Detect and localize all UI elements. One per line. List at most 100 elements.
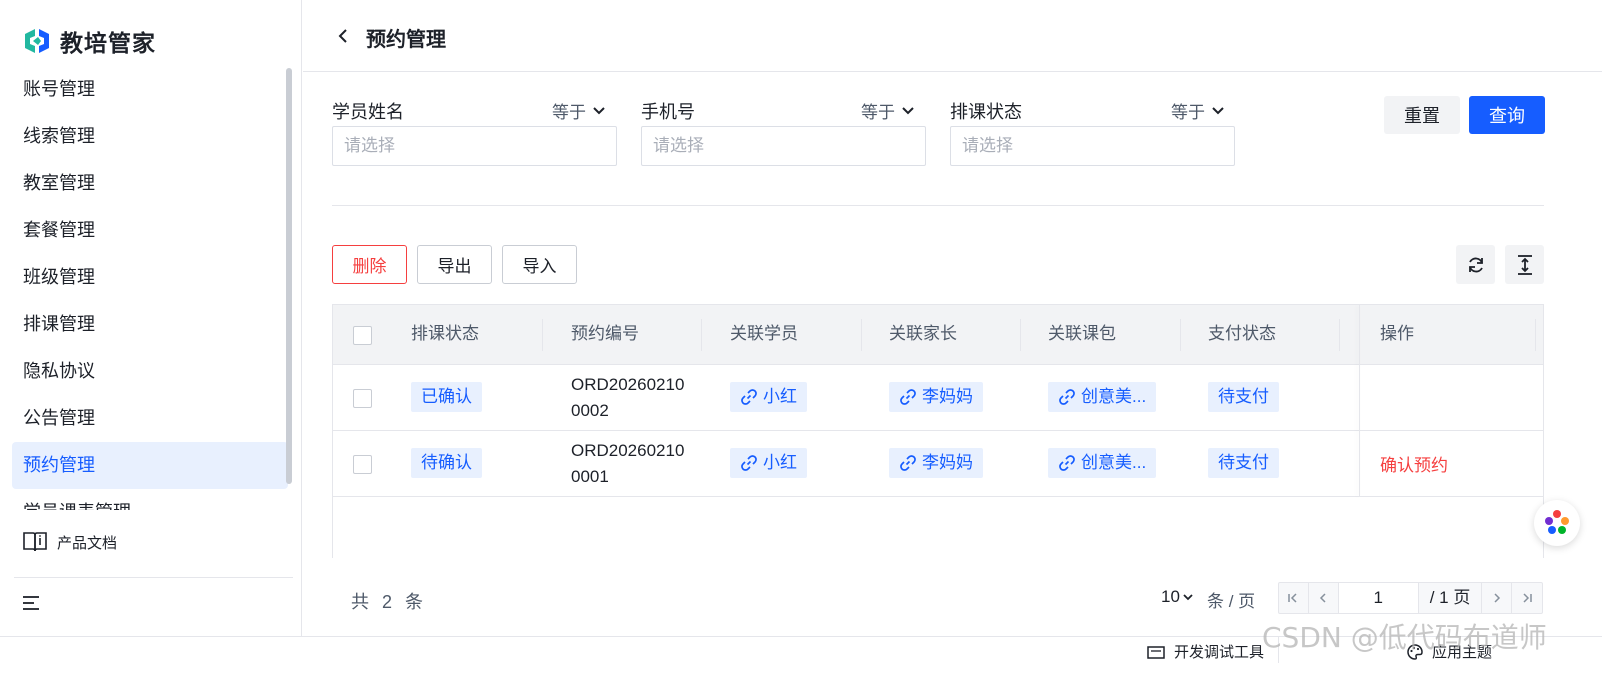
- last-page-icon: [1523, 593, 1532, 603]
- filter-operator-phone[interactable]: 等于: [861, 98, 915, 123]
- chevron-down-icon: [1183, 594, 1193, 601]
- next-page-button[interactable]: [1482, 583, 1513, 613]
- column-header-pay-status[interactable]: 支付状态: [1208, 305, 1276, 365]
- product-docs-link[interactable]: 产品文档: [22, 530, 117, 554]
- table-row[interactable]: 待确认 ORD20260210 0001 小红 李妈妈 创意美... 待支付 确…: [333, 431, 1543, 497]
- book-icon: [23, 532, 47, 552]
- chevron-left-icon: [338, 29, 347, 43]
- chevron-down-icon: [593, 106, 605, 114]
- sidebar-item-leads[interactable]: 线索管理: [12, 113, 288, 160]
- prev-page-button[interactable]: [1309, 583, 1339, 613]
- page-size-value: 10: [1161, 587, 1180, 606]
- sidebar-item-privacy[interactable]: 隐私协议: [12, 348, 288, 395]
- fixed-column-shadow: [1359, 305, 1360, 497]
- chevron-left-icon: [1320, 593, 1326, 603]
- row-checkbox[interactable]: [353, 389, 372, 408]
- refresh-button[interactable]: [1456, 245, 1495, 284]
- first-page-button[interactable]: [1279, 583, 1309, 613]
- pay-status-tag: 待支付: [1208, 382, 1279, 412]
- student-name-input[interactable]: [332, 126, 617, 166]
- table-row[interactable]: 已确认 ORD20260210 0002 小红 李妈妈 创意美... 待支付: [333, 365, 1543, 431]
- dev-tools-button[interactable]: 开发调试工具: [1146, 641, 1264, 662]
- student-name: 小红: [763, 453, 797, 472]
- column-header-schedule-status[interactable]: 排课状态: [411, 305, 479, 365]
- sidebar-item-classrooms[interactable]: 教室管理: [12, 160, 288, 207]
- sidebar-item-reservations[interactable]: 预约管理: [12, 442, 288, 489]
- page-size-unit: 条 / 页: [1207, 592, 1256, 611]
- sidebar-item-classes[interactable]: 班级管理: [12, 254, 288, 301]
- package-link[interactable]: 创意美...: [1048, 448, 1157, 478]
- delete-button[interactable]: 删除: [332, 245, 407, 284]
- row-height-icon: [1517, 254, 1532, 275]
- parent-link[interactable]: 李妈妈: [889, 382, 983, 412]
- menu-collapse-icon[interactable]: [22, 594, 42, 612]
- column-separator[interactable]: [1180, 319, 1181, 351]
- page-size-select[interactable]: 10: [1161, 587, 1194, 607]
- filter-operator-label: 等于: [1171, 103, 1205, 122]
- chevron-right-icon: [1494, 593, 1500, 603]
- column-header-student[interactable]: 关联学员: [730, 305, 798, 365]
- schedule-status-tag: 待确认: [411, 448, 482, 478]
- refresh-icon: [1468, 257, 1483, 272]
- column-separator[interactable]: [1020, 319, 1021, 351]
- filter-operator-student-name[interactable]: 等于: [552, 98, 606, 123]
- last-page-button[interactable]: [1512, 583, 1542, 613]
- pay-status-tag: 待支付: [1208, 448, 1279, 478]
- link-icon: [900, 455, 916, 471]
- sidebar-item-accounts[interactable]: 账号管理: [12, 66, 288, 113]
- package-name: 创意美...: [1081, 387, 1147, 406]
- filter-label-student-name: 学员姓名: [332, 102, 404, 122]
- current-page-input[interactable]: [1338, 583, 1419, 613]
- sidebar-item-packages[interactable]: 套餐管理: [12, 207, 288, 254]
- package-link[interactable]: 创意美...: [1048, 382, 1157, 412]
- column-separator[interactable]: [1339, 319, 1340, 351]
- sidebar-scrollbar[interactable]: [286, 68, 292, 484]
- schedule-status-input[interactable]: [950, 126, 1235, 166]
- chevron-down-icon: [1212, 106, 1224, 114]
- filter-divider: [332, 205, 1544, 206]
- app-logo[interactable]: 教培管家: [22, 24, 156, 58]
- select-all-checkbox[interactable]: [353, 326, 372, 345]
- dev-tools-label: 开发调试工具: [1174, 644, 1265, 661]
- confirm-reservation-link[interactable]: 确认预约: [1380, 451, 1448, 476]
- export-button[interactable]: 导出: [417, 245, 492, 284]
- pagination-controls: / 1 页: [1278, 582, 1543, 614]
- chevron-down-icon: [902, 106, 914, 114]
- sidebar-menu: 账号管理 线索管理 教室管理 套餐管理 班级管理 排课管理 隐私协议 公告管理 …: [12, 66, 288, 510]
- product-docs-label: 产品文档: [57, 534, 118, 552]
- sidebar-item-scheduling[interactable]: 排课管理: [12, 301, 288, 348]
- row-checkbox[interactable]: [353, 455, 372, 474]
- student-link[interactable]: 小红: [730, 448, 807, 478]
- order-no-line-2: 0002: [571, 401, 609, 420]
- column-header-package[interactable]: 关联课包: [1048, 305, 1116, 365]
- query-button[interactable]: 查询: [1469, 96, 1545, 134]
- student-link[interactable]: 小红: [730, 382, 807, 412]
- column-separator[interactable]: [701, 319, 702, 351]
- sidebar: 教培管家 账号管理 线索管理 教室管理 套餐管理 班级管理 排课管理 隐私协议 …: [0, 0, 302, 636]
- column-header-actions: 操作: [1380, 324, 1414, 343]
- column-header-order-no[interactable]: 预约编号: [571, 305, 639, 365]
- column-separator[interactable]: [861, 319, 862, 351]
- import-button[interactable]: 导入: [502, 245, 577, 284]
- assistant-icon: [1545, 510, 1569, 534]
- order-no-line-2: 0001: [571, 467, 609, 486]
- sidebar-divider: [14, 577, 293, 578]
- package-name: 创意美...: [1081, 453, 1147, 472]
- column-separator[interactable]: [1535, 319, 1536, 351]
- parent-link[interactable]: 李妈妈: [889, 448, 983, 478]
- filter-operator-label: 等于: [552, 103, 586, 122]
- page-title: 预约管理: [366, 29, 446, 51]
- page-header: 预约管理: [303, 0, 1602, 72]
- reset-button[interactable]: 重置: [1384, 96, 1460, 134]
- parent-name: 李妈妈: [922, 453, 973, 472]
- filter-operator-schedule-status[interactable]: 等于: [1171, 98, 1225, 123]
- back-button[interactable]: [333, 25, 353, 47]
- link-icon: [741, 455, 757, 471]
- column-separator[interactable]: [542, 319, 543, 351]
- sidebar-item-announcements[interactable]: 公告管理: [12, 395, 288, 442]
- phone-input[interactable]: [641, 126, 926, 166]
- column-header-parent[interactable]: 关联家长: [889, 305, 957, 365]
- sidebar-item-student-timetable[interactable]: 学员课表管理: [12, 489, 288, 510]
- assistant-float-button[interactable]: [1534, 500, 1580, 546]
- row-height-button[interactable]: [1505, 245, 1544, 284]
